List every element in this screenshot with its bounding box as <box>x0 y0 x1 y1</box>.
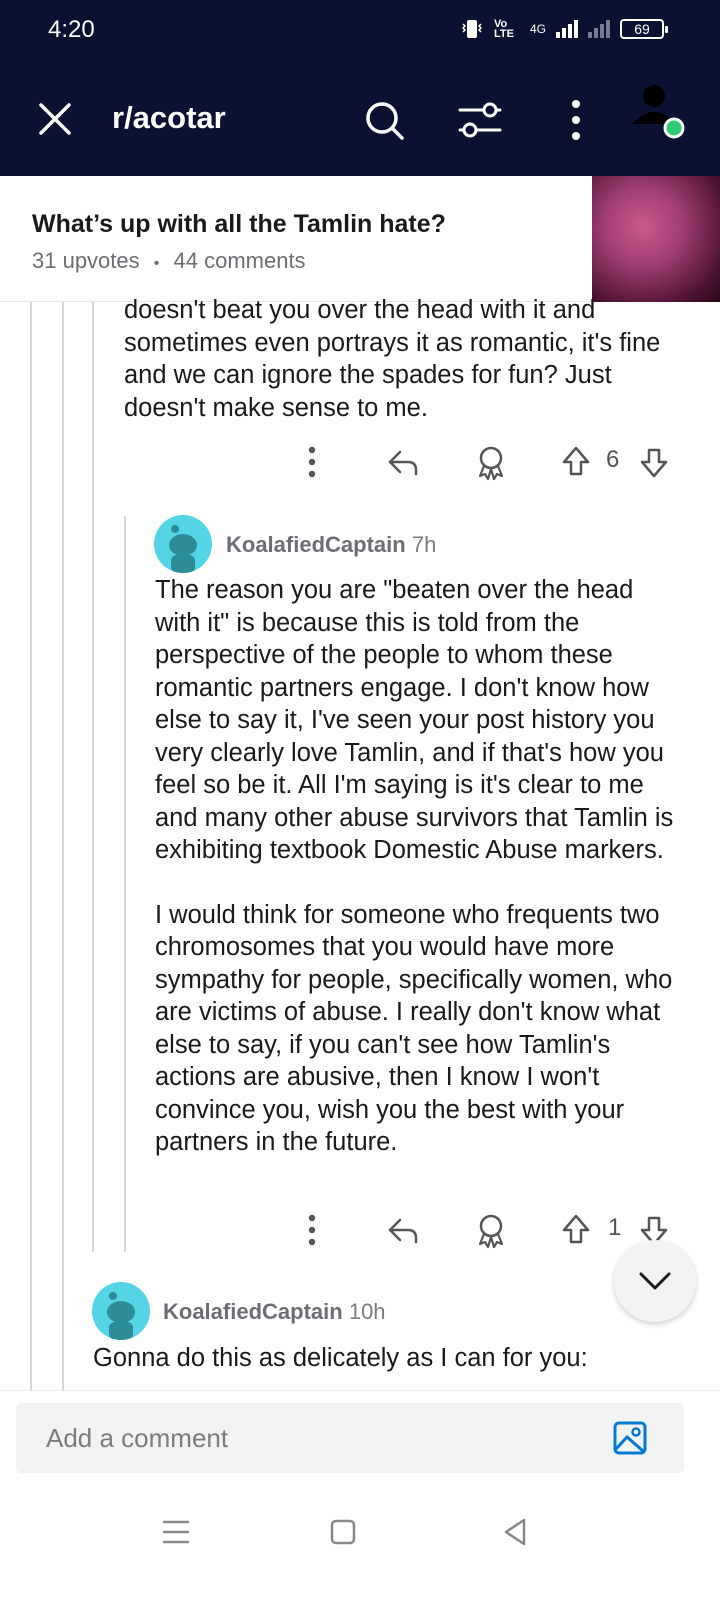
downvote-icon[interactable] <box>638 440 670 484</box>
vibrate-icon <box>461 20 483 38</box>
post-meta: 31 upvotes • 44 comments <box>32 248 306 274</box>
system-nav-bar <box>0 1490 720 1612</box>
upvote-count: 31 upvotes <box>32 248 140 273</box>
vote-score: 1 <box>608 1214 622 1241</box>
comment-paragraph: I would think for someone who frequents … <box>155 900 673 1157</box>
post-thumbnail[interactable] <box>592 176 720 302</box>
scroll-down-button[interactable] <box>614 1240 696 1322</box>
comment-actions: 6 <box>296 440 696 484</box>
thread-line[interactable] <box>62 302 64 1390</box>
thread-line[interactable] <box>92 302 94 1252</box>
upvote-icon[interactable] <box>560 1208 592 1252</box>
comment-composer: Add a comment <box>0 1390 720 1490</box>
comment-text: Gonna do this as delicately as I can for… <box>93 1344 588 1372</box>
snoo-avatar-icon <box>107 1292 135 1340</box>
home-icon[interactable] <box>323 1512 363 1552</box>
comment-time: 10h <box>348 1299 386 1324</box>
volte-label: Vo LTE <box>493 18 514 40</box>
image-icon[interactable] <box>612 1420 648 1456</box>
signal-icon <box>556 20 578 38</box>
status-icons: Vo LTE 4G 69 <box>460 18 668 40</box>
comment-body: The reason you are "beaten over the head… <box>155 574 675 1159</box>
add-comment-field[interactable]: Add a comment <box>16 1403 684 1473</box>
author-name[interactable]: KoalafiedCaptain <box>226 532 406 557</box>
author-name[interactable]: KoalafiedCaptain <box>163 1299 343 1324</box>
more-vertical-icon[interactable] <box>562 98 590 142</box>
comment-time: 7h <box>411 532 437 557</box>
more-options-icon[interactable] <box>302 440 322 484</box>
vote-score: 6 <box>606 446 620 473</box>
comment-author[interactable]: KoalafiedCaptain 7h <box>226 532 436 558</box>
back-icon[interactable] <box>496 1512 536 1552</box>
reply-icon[interactable] <box>386 1208 420 1252</box>
avatar[interactable] <box>92 1282 150 1340</box>
status-time: 4:20 <box>48 16 95 43</box>
comment-paragraph: The reason you are "beaten over the head… <box>155 576 674 864</box>
app-bar: 4:20 Vo LTE 4G 69 r/acotar <box>0 0 720 176</box>
award-icon[interactable] <box>474 440 508 484</box>
comment-count: 44 comments <box>173 248 306 273</box>
battery-level: 69 <box>634 21 650 37</box>
menu-icon[interactable] <box>156 1512 196 1552</box>
reply-icon[interactable] <box>386 440 420 484</box>
subreddit-name[interactable]: r/acotar <box>112 100 226 136</box>
post-header[interactable]: What’s up with all the Tamlin hate? 31 u… <box>0 176 720 302</box>
award-icon[interactable] <box>474 1208 508 1252</box>
comment-text: doesn't beat you over the head with it a… <box>124 296 661 422</box>
signal-2-icon <box>588 20 610 38</box>
upvote-icon[interactable] <box>560 440 592 484</box>
comment-body: Gonna do this as delicately as I can for… <box>93 1342 683 1375</box>
more-options-icon[interactable] <box>302 1208 322 1252</box>
filter-icon[interactable] <box>458 100 502 140</box>
comment-author[interactable]: KoalafiedCaptain 10h <box>163 1299 386 1325</box>
comment-body: doesn't beat you over the head with it a… <box>124 294 684 424</box>
meta-separator: • <box>153 255 160 272</box>
thread-line[interactable] <box>30 302 32 1390</box>
close-icon[interactable] <box>36 100 74 138</box>
battery-icon: 69 <box>620 19 668 39</box>
post-title[interactable]: What’s up with all the Tamlin hate? <box>32 210 446 239</box>
comment-placeholder[interactable]: Add a comment <box>46 1423 228 1454</box>
thread-line[interactable] <box>124 516 126 1252</box>
network-label: 4G <box>529 22 546 36</box>
search-icon[interactable] <box>364 100 406 142</box>
chevron-down-icon <box>639 1272 671 1290</box>
user-avatar-icon[interactable] <box>630 82 686 144</box>
snoo-avatar-icon <box>169 525 197 573</box>
avatar[interactable] <box>154 515 212 573</box>
